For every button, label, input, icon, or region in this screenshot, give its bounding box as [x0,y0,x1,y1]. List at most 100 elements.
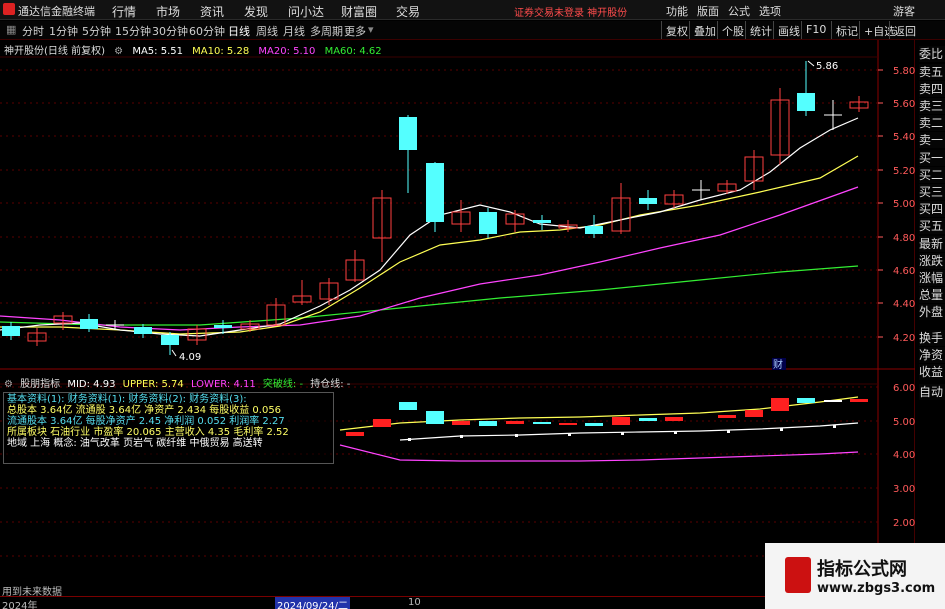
sub-candle [452,421,470,425]
menu-quotes[interactable]: 行情 [112,3,136,20]
stock-button[interactable]: 个股 [717,21,748,39]
guest-button[interactable]: 游客 [893,3,915,19]
back-button[interactable]: 返回 [889,21,920,39]
sub-candle [612,417,630,425]
info-row: 总股本 3.64亿 流通股 3.64亿 净资产 2.434 每股收益 0.056 [7,405,282,416]
sidebar-item[interactable]: 卖二 [919,115,945,131]
candle[interactable] [426,162,444,232]
menu-wealth[interactable]: 财富圈 [341,3,377,20]
sub-candle [533,422,551,424]
menu-layout[interactable]: 版面 [697,3,719,19]
menu-trade[interactable]: 交易 [396,3,420,20]
sidebar-item[interactable]: 涨幅 [919,270,945,286]
overlay-button[interactable]: 叠加 [689,21,720,39]
ma10-label: MA10: 5.28 [192,46,250,57]
sidebar-item[interactable]: 买三 [919,184,945,200]
sidebar-item[interactable]: 自动 [919,384,945,400]
sidebar-item[interactable]: 委比 [919,46,945,62]
low-marker [171,349,177,357]
period-monthly[interactable]: 月线 [283,23,305,39]
candle[interactable] [611,183,631,234]
mark-button[interactable]: 标记 [831,21,862,39]
settings-icon[interactable]: ⚙ [4,379,13,390]
stats-button[interactable]: 统计 [745,21,776,39]
watermark-logo-icon [785,557,811,593]
sub-candle [559,423,577,425]
grid-icon[interactable]: ▦ [6,23,16,36]
period-30min[interactable]: 30分钟 [152,23,188,39]
chevron-down-icon[interactable]: ▾ [368,23,374,36]
mid-dots [408,425,836,441]
sidebar-item[interactable]: 收益 [919,364,945,380]
sub-indicator-legend: ⚙ 股朋指标 MID: 4.93 UPPER: 5.74 LOWER: 4.11… [4,375,354,390]
sub-candle [771,398,789,411]
sub-indicator-name[interactable]: 股朋指标 [20,379,60,390]
period-60min[interactable]: 60分钟 [189,23,225,39]
sidebar-item[interactable]: 最新 [919,236,945,252]
sidebar-item[interactable]: 买一 [919,150,945,166]
period-15min[interactable]: 15分钟 [115,23,151,39]
candle[interactable] [744,150,764,190]
sub-tick: 2.00 [893,518,915,529]
menu-discover[interactable]: 发现 [244,3,268,20]
candle[interactable] [849,96,869,112]
menu-options[interactable]: 选项 [759,3,781,19]
adjust-button[interactable]: 复权 [661,21,692,39]
candle[interactable] [399,115,417,193]
sidebar-item[interactable]: 卖五 [919,64,945,80]
candle[interactable] [505,210,525,232]
sidebar-item[interactable]: 总量 [919,287,945,303]
menu-function[interactable]: 功能 [666,3,688,19]
sidebar-item[interactable]: 涨跌 [919,253,945,269]
candle[interactable] [266,298,286,326]
sidebar-item[interactable]: 买五 [919,218,945,234]
period-more[interactable]: 更多 [344,23,366,39]
candle[interactable] [797,61,815,116]
candle[interactable] [451,200,471,232]
sidebar-item[interactable]: 卖四 [919,81,945,97]
period-timeshare[interactable]: 分时 [22,23,44,39]
sidebar-item[interactable]: 换手 [919,330,945,346]
candle[interactable] [533,215,551,230]
menu-ask[interactable]: 问小达 [288,3,324,20]
finance-marker[interactable]: 财 [773,358,783,371]
kline-chart[interactable]: 5.80 5.60 5.40 5.20 5.00 4.80 4.60 4.40 … [0,40,915,596]
position-label: 持仓线: - [310,379,351,390]
sidebar-item[interactable]: 卖一 [919,132,945,148]
site-watermark: 指标公式网 www.zbgs3.com [765,543,945,609]
settings-icon[interactable]: ⚙ [114,46,123,57]
period-multi[interactable]: 多周期 [310,23,343,39]
menu-market[interactable]: 市场 [156,3,180,20]
sidebar-item[interactable]: 买四 [919,201,945,217]
sidebar-item[interactable]: 外盘 [919,304,945,320]
candle[interactable] [692,180,710,200]
menu-formula[interactable]: 公式 [728,3,750,19]
sidebar-item[interactable]: 净资 [919,347,945,363]
candle[interactable] [134,324,152,338]
candle[interactable] [770,88,790,165]
login-notice[interactable]: 证券交易未登录 神开股份 [514,4,627,19]
candle[interactable] [161,332,179,355]
candle[interactable] [639,190,657,210]
period-weekly[interactable]: 周线 [256,23,278,39]
candle[interactable] [479,208,497,238]
period-1min[interactable]: 1分钟 [49,23,78,39]
candle[interactable] [345,250,365,282]
sidebar-item[interactable]: 卖三 [919,98,945,114]
candle[interactable] [585,215,603,238]
candle[interactable] [2,322,20,340]
sub-candle [373,419,391,427]
mid-label: MID: 4.93 [67,379,116,390]
sidebar-item[interactable]: 买二 [919,167,945,183]
menu-news[interactable]: 资讯 [200,3,224,20]
sub-candle [745,410,763,417]
period-5min[interactable]: 5分钟 [82,23,111,39]
candle[interactable] [372,190,392,262]
period-daily[interactable]: 日线 [228,23,250,39]
candle[interactable] [292,280,312,305]
draw-button[interactable]: 画线 [773,21,804,39]
price-tick: 4.40 [893,299,915,310]
candle[interactable] [319,278,339,305]
f10-button[interactable]: F10 [801,21,830,39]
sub-tick: 4.00 [893,450,915,461]
